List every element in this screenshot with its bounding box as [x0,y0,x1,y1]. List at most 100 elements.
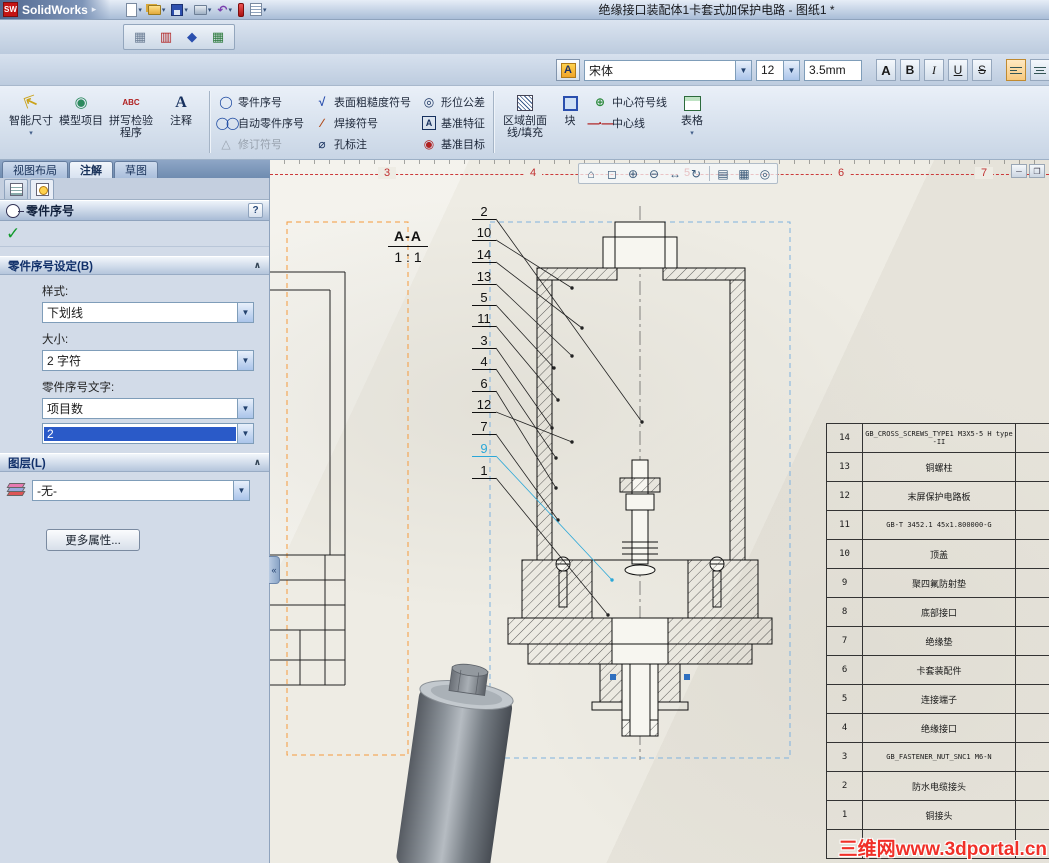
bom-row[interactable]: 4绝缘接口 [827,714,1049,743]
bom-row[interactable]: 3GB_FASTENER_NUT_SNC1 M6-N [827,743,1049,772]
balloon-number[interactable]: 5 [472,290,496,306]
balloon-size-combobox[interactable]: 2 字符 ▼ [42,350,254,371]
balloon-number[interactable]: 1 [472,463,496,479]
hole-callout-button[interactable]: ⌀ 孔标注 [309,133,416,154]
bom-row[interactable]: 2防水电缆接头 [827,772,1049,801]
cylinder-part-3d[interactable] [382,663,542,863]
more-properties-button[interactable]: 更多属性... [46,529,140,551]
area-hatch-button[interactable]: 区域剖面线/填充 [497,89,553,155]
italic-button[interactable]: I [924,59,944,81]
align-left-button[interactable] [1006,59,1026,81]
geometric-tolerance-button[interactable]: ◎ 形位公差 [416,91,490,112]
balloon-number[interactable]: 3 [472,333,496,349]
bom-row[interactable]: 6卡套装配件 [827,656,1049,685]
grid-button[interactable]: ▦ [128,26,152,48]
strikethrough-button[interactable]: S [972,59,992,81]
tab-view-layout[interactable]: 视图布局 [2,161,68,178]
settings-section-header[interactable]: 零件序号设定(B) ∧ [0,256,269,275]
auto-balloon-button[interactable]: ◯◯ 自动零件序号 [213,112,309,133]
bold-button[interactable]: B [900,59,920,81]
balloon-number[interactable]: 2 [472,204,496,220]
datum-target-button[interactable]: ◉ 基准目标 [416,133,490,154]
print-button[interactable]: ▾ [192,1,214,19]
center-mark-button[interactable]: ⊕ 中心符号线 [587,91,672,112]
font-button[interactable]: A [556,59,580,81]
table-button[interactable]: 表格 ▾ [672,89,712,155]
shaded-view-icon[interactable]: ▦ [734,165,754,182]
balloon-number[interactable]: 11 [472,311,496,327]
panel-splitter[interactable]: « [269,556,280,584]
bold-large-button[interactable]: A [876,59,896,81]
bom-row[interactable]: 8底部接口 [827,598,1049,627]
quantity-combobox[interactable]: 2 ▼ [42,423,254,444]
tab-feature-manager[interactable] [4,179,28,199]
layer-combobox[interactable]: -无- ▼ [32,480,250,501]
chevron-down-icon[interactable]: ▼ [783,61,799,80]
undo-button[interactable]: ↶▾ [215,1,234,19]
balloon-style-combobox[interactable]: 下划线 ▼ [42,302,254,323]
bom-row[interactable]: 7绝缘垫 [827,627,1049,656]
block-button[interactable]: 块 [553,89,587,155]
chevron-down-icon[interactable]: ▼ [237,351,253,370]
table-format-button[interactable]: ▦ [206,26,230,48]
align-center-button[interactable] [1030,59,1049,81]
layer-section-header[interactable]: 图层(L) ∧ [0,453,269,472]
restore-icon[interactable]: ❐ [1029,164,1045,178]
balloon-number[interactable]: 10 [472,225,496,241]
balloon-number[interactable]: 13 [472,269,496,285]
section-view-label[interactable]: A-A 1 : 1 [386,228,430,265]
chevron-down-icon[interactable]: ▼ [735,61,751,80]
zoom-in-icon[interactable]: ⊕ [623,165,643,182]
bom-row[interactable]: 5连接端子 [827,685,1049,714]
smart-dimension-button[interactable]: ⇱ 智能尺寸 ▾ [6,89,56,155]
view-orientation-icon[interactable]: ◎ [755,165,775,182]
balloon-number[interactable]: 12 [472,397,496,413]
bom-row[interactable]: 10顶盖 [827,540,1049,569]
line-color-button[interactable]: ◆ [180,26,204,48]
spell-checker-button[interactable]: ABC 拼写检验程序 [106,89,156,155]
rotate-view-icon[interactable]: ↻ [686,165,706,182]
tab-sketch[interactable]: 草图 [114,161,158,178]
bom-row[interactable]: 1铜接头 [827,801,1049,830]
balloon-text-combobox[interactable]: 项目数 ▼ [42,398,254,419]
balloon-number[interactable]: 4 [472,354,496,370]
note-button[interactable]: A 注释 [156,89,206,155]
bom-row[interactable]: 12末屏保护电路板 [827,482,1049,511]
bom-row[interactable]: 13铜螺柱 [827,453,1049,482]
balloon-number[interactable]: 7 [472,419,496,435]
new-document-button[interactable]: ▾ [124,1,144,19]
chevron-down-icon[interactable]: ▼ [237,399,253,418]
balloon-number[interactable]: 6 [472,376,496,392]
weld-symbol-button[interactable]: ∕ 焊接符号 [309,112,416,133]
chevron-down-icon[interactable]: ▼ [237,424,253,443]
options-button[interactable]: ▾ [248,1,269,19]
underline-button[interactable]: U [948,59,968,81]
balloon-number[interactable]: 9 [472,441,496,457]
zoom-out-icon[interactable]: ⊖ [644,165,664,182]
bom-row[interactable]: 11GB-T 3452.1 45x1.800000-G [827,511,1049,540]
font-name-combobox[interactable]: 宋体 ▼ [584,60,752,81]
balloon-button[interactable]: ◯ 零件序号 [213,91,309,112]
centerline-button[interactable]: —·— 中心线 [587,112,672,133]
minimize-icon[interactable]: ─ [1011,164,1027,178]
chevron-down-icon[interactable]: ▼ [233,481,249,500]
chevron-down-icon[interactable]: ▼ [237,303,253,322]
datum-feature-button[interactable]: A 基准特征 [416,112,490,133]
ok-checkmark-icon[interactable]: ✓ [6,224,20,244]
save-button[interactable]: ▾ [169,1,190,19]
font-size-combobox[interactable]: 12 ▼ [756,60,800,81]
pan-icon[interactable]: ↔ [665,165,685,182]
zoom-area-icon[interactable]: ◻ [602,165,622,182]
bom-table[interactable]: 14GB_CROSS_SCREWS_TYPE1 M3X5-5 H type-II… [826,423,1049,859]
line-weight-button[interactable]: ▥ [154,26,178,48]
rebuild-button[interactable] [236,1,246,19]
tab-annotation[interactable]: 注解 [69,161,113,178]
bom-row[interactable]: 14GB_CROSS_SCREWS_TYPE1 M3X5-5 H type-II [827,424,1049,453]
brand-arrow-icon[interactable]: ▸ [92,4,97,15]
model-items-button[interactable]: ◉ 模型项目 [56,89,106,155]
wireframe-icon[interactable]: ▤ [713,165,733,182]
zoom-to-fit-icon[interactable]: ⌂ [581,165,601,182]
drawing-canvas[interactable]: 3 4 5 6 7 ⌂ ◻ ⊕ ⊖ ↔ ↻ ▤ ▦ ◎ ─ ❐ [270,160,1049,863]
help-icon[interactable]: ? [248,203,263,218]
bom-row[interactable]: 9聚四氟防射垫 [827,569,1049,598]
